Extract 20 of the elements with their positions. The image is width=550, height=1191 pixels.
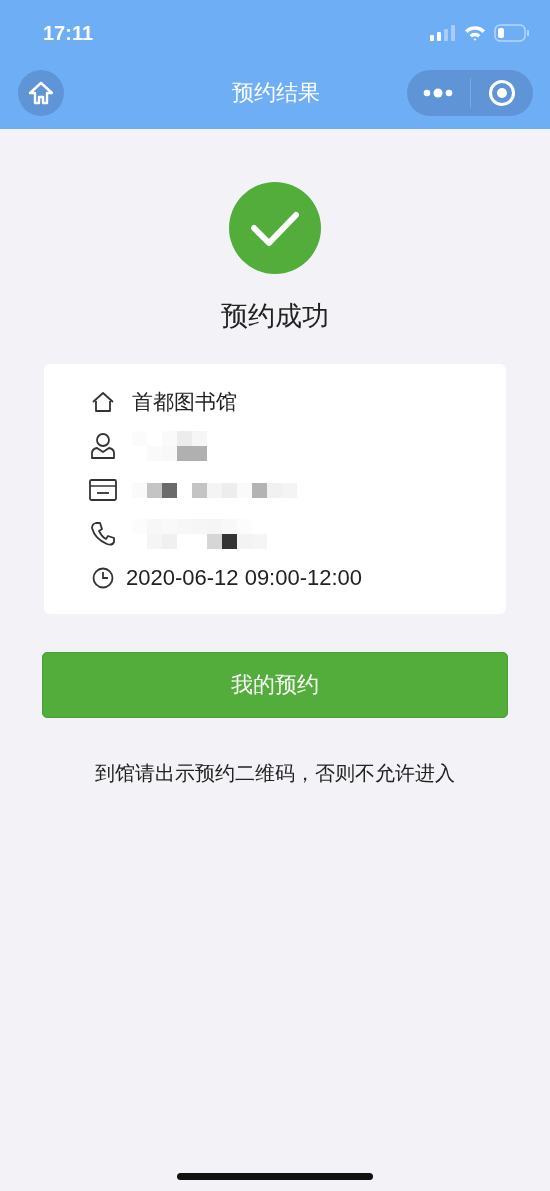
page-title: 预约结果: [231, 78, 320, 107]
my-reservations-button[interactable]: 我的预约: [42, 652, 508, 718]
success-check-icon: [229, 182, 321, 274]
detail-text: 2020-06-12 09:00-12:00: [126, 565, 363, 591]
home-button[interactable]: [18, 69, 64, 116]
clock-icon: [92, 567, 114, 589]
id-card-icon: [89, 479, 117, 501]
person-icon: [90, 432, 116, 460]
result-title: 预约成功: [221, 299, 329, 333]
detail-text: 首都图书馆: [132, 389, 237, 416]
battery-icon: [494, 24, 530, 42]
more-icon: [423, 86, 454, 99]
notice-text: 到馆请出示预约二维码，否则不允许进入: [95, 760, 455, 787]
home-icon: [28, 80, 54, 105]
signal-icon: [430, 25, 456, 41]
wifi-icon: [464, 25, 486, 41]
status-time: 17:11: [43, 21, 94, 45]
house-icon: [91, 391, 115, 413]
phone-icon: [90, 521, 116, 547]
close-icon: [487, 78, 516, 107]
